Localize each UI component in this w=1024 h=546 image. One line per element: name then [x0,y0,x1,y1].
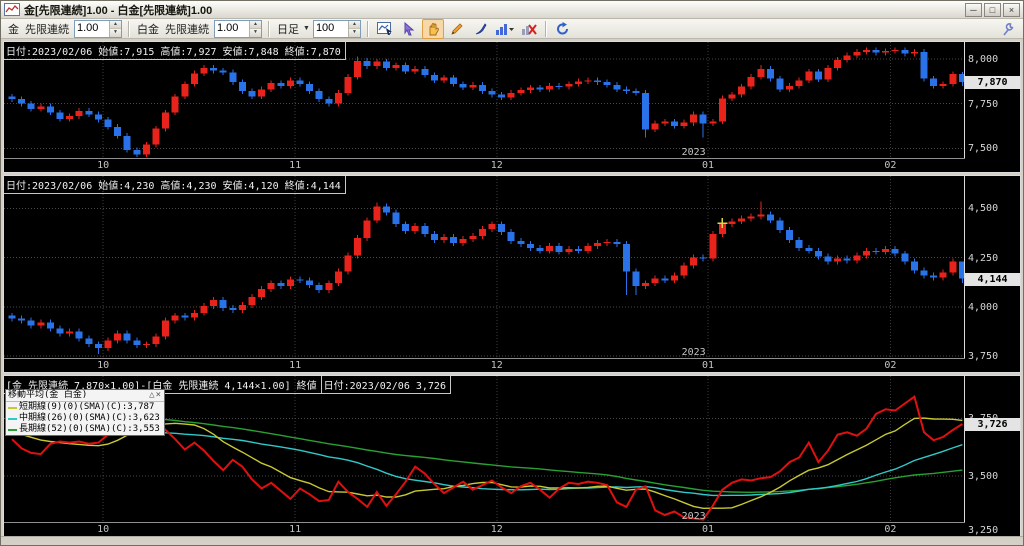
y-axis-label: 8,000 [968,53,999,65]
x-axis-month-label: 10 [97,160,110,171]
y-axis-label: 3,500 [968,470,999,482]
year-label: 2023 [681,147,706,158]
moving-average-legend: 移動平均(金 白金) △× 短期線(9)(0)(SMA)(C):3,787 中期… [5,389,165,436]
last-price-tag: 4,144 [965,272,1020,286]
legend-item-sma-short: 短期線(9)(0)(SMA)(C):3,787 [6,402,164,413]
gold-y-axis: 8,000 7,750 7,500 7,870 [964,42,1020,172]
y-axis-label: 7,750 [968,98,999,110]
bar-count-spinner[interactable]: ▲ ▼ [347,20,360,37]
toolbar: 金 先限連続 1.00 ▲ ▼ 白金 先限連続 1.00 ▲ ▼ 日足 ▼ 100 … [1,18,1023,39]
x-axis-month-label: 10 [97,360,110,371]
y-axis-label: 4,250 [968,252,999,264]
sma-short-swatch [8,406,17,409]
toolbar-separator [366,20,369,37]
legend-title: 移動平均(金 白金) [8,390,88,400]
x-axis-month-label: 02 [884,160,897,171]
x-axis-month-label: 02 [884,360,897,371]
pen-tool-button[interactable] [470,19,492,39]
toolbar-separator [544,20,547,37]
wrench-settings-icon[interactable] [996,19,1018,39]
y-axis-label: 3,250 [968,525,999,536]
y-axis-label: 4,500 [968,203,999,215]
platinum-candlestick-canvas[interactable] [4,176,964,359]
bar-count-input[interactable]: 100 ▲ ▼ [312,19,361,38]
last-price-tag: 3,726 [965,418,1020,431]
pencil-tool-button[interactable] [446,19,468,39]
y-axis-label: 7,500 [968,143,999,155]
gold-series-label: 先限連続 [25,23,69,36]
x-axis-month-label: 01 [701,160,715,171]
year-label: 2023 [681,347,706,358]
year-label: 2023 [681,511,706,522]
x-axis-month-label: 01 [701,360,715,371]
sma-long-swatch [8,428,17,431]
platinum-x-axis: 10 11 12 01 02 [4,358,965,372]
gold-ohlc-info: 日付:2023/02/06 始値:7,915 高値:7,927 安値:7,848… [4,42,346,60]
toolbar-separator [268,20,270,37]
x-axis-month-label: 02 [884,524,897,535]
y-axis-label: 4,000 [968,301,999,313]
window-bottom-edge [1,536,1023,545]
window-title: 金[先限連続]1.00 - 白金[先限連続]1.00 [24,4,213,17]
toolbar-separator [128,20,130,37]
gold-chart-panel[interactable]: 8,000 7,750 7,500 7,870 10 11 12 01 02 日付:2023/… [3,41,1021,173]
x-axis-month-label: 01 [701,524,715,535]
platinum-ohlc-info: 日付:2023/02/06 始値:4,230 高値:4,230 安値:4,120… [4,176,346,194]
spread-y-axis: 3,7503,5003,2503,726 [964,376,1020,536]
y-axis-label: 3,750 [968,351,999,363]
chevron-down-icon[interactable]: ▼ [303,25,310,32]
spread-chart-panel[interactable]: 3,7503,5003,2503,726 1011120102 [金 先限連続 … [3,375,1021,537]
platinum-series-label: 先限連続 [165,23,209,36]
platinum-y-axis: 4,500 4,250 4,000 3,750 4,144 [964,176,1020,372]
gold-x-axis: 10 11 12 01 02 [4,158,965,172]
gold-symbol-label: 金 [8,23,19,36]
legend-item-sma-mid: 中期線(26)(0)(SMA)(C):3,623 [6,413,164,424]
x-axis-month-label: 11 [289,360,302,371]
hand-tool-button[interactable] [421,18,444,39]
x-axis-month-label: 10 [97,524,110,535]
platinum-symbol-label: 白金 [137,23,159,36]
chart-app-icon [4,3,20,16]
last-price-tag: 7,870 [965,76,1020,90]
app-window: 金[先限連続]1.00 - 白金[先限連続]1.00 ─ □ × 金 先限連続 … [0,0,1024,546]
spread-x-axis: 10 11 12 01 02 [4,522,965,536]
sma-mid-swatch [8,417,17,420]
pointer-tool-button[interactable] [398,19,420,39]
x-axis-month-label: 12 [490,360,503,371]
x-axis-month-label: 12 [490,524,503,535]
legend-close-icon[interactable]: × [156,390,162,400]
close-button[interactable]: × [1003,2,1020,17]
x-axis-month-label: 12 [490,160,503,171]
x-axis-month-label: 11 [289,160,302,171]
indicator-chart-tool-button[interactable] [494,19,516,39]
period-dropdown[interactable]: 日足 [277,21,299,37]
refresh-tool-button[interactable] [552,19,574,39]
legend-item-sma-long: 長期線(52)(0)(SMA)(C):3,553 [6,424,164,435]
chart-select-tool-button[interactable] [374,19,396,39]
title-bar: 金[先限連続]1.00 - 白金[先限連続]1.00 ─ □ × [1,1,1023,19]
platinum-chart-panel[interactable]: 4,500 4,250 4,000 3,750 4,144 10 11 12 01 02 日付:… [3,175,1021,373]
x-axis-month-label: 11 [289,524,302,535]
gold-ratio-spinner[interactable]: ▲ ▼ [109,20,121,37]
gold-ratio-input[interactable]: 1.00 ▲ ▼ [74,19,122,38]
platinum-ratio-spinner[interactable]: ▲ ▼ [249,20,261,37]
minimize-button[interactable]: ─ [965,2,982,17]
spread-date-value-label: 日付:2023/02/06 3,726 [321,376,451,394]
maximize-button[interactable]: □ [984,2,1001,17]
delete-drawing-tool-button[interactable] [518,19,540,39]
platinum-ratio-input[interactable]: 1.00 ▲ ▼ [214,19,262,38]
